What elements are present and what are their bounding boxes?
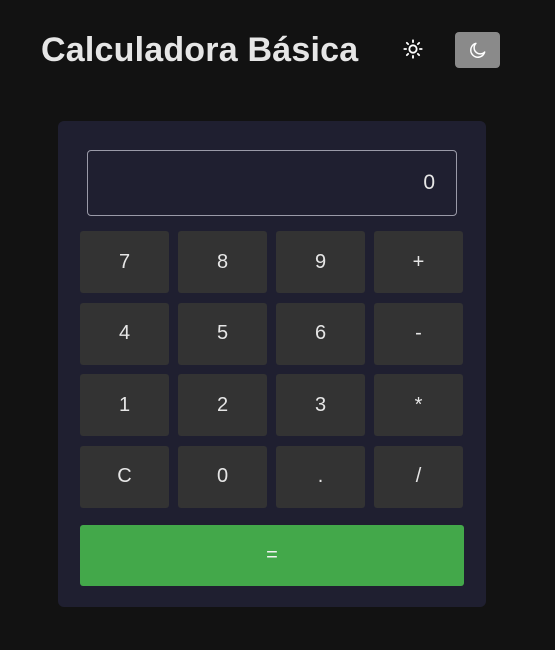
key-decimal[interactable]: . — [276, 445, 365, 508]
page: Calculadora Básica 7 8 9 + 4 5 6 — [0, 0, 555, 650]
moon-icon — [469, 42, 485, 58]
key-1[interactable]: 1 — [80, 374, 169, 436]
sun-icon[interactable] — [402, 38, 424, 60]
display-field[interactable] — [87, 150, 457, 216]
key-9[interactable]: 9 — [276, 231, 365, 293]
header: Calculadora Básica — [41, 26, 358, 74]
key-clear[interactable]: C — [80, 445, 169, 508]
key-multiply[interactable]: * — [374, 374, 463, 436]
key-4[interactable]: 4 — [80, 302, 169, 365]
key-5[interactable]: 5 — [178, 302, 267, 365]
calculator-panel: 7 8 9 + 4 5 6 - 1 2 3 * C 0 . / = — [58, 121, 486, 607]
key-2[interactable]: 2 — [178, 374, 267, 436]
key-7[interactable]: 7 — [80, 231, 169, 293]
key-8[interactable]: 8 — [178, 231, 267, 293]
key-0[interactable]: 0 — [178, 445, 267, 508]
key-add[interactable]: + — [374, 231, 463, 293]
keypad: 7 8 9 + 4 5 6 - 1 2 3 * C 0 . / — [80, 231, 464, 508]
key-divide[interactable]: / — [374, 445, 463, 508]
key-3[interactable]: 3 — [276, 374, 365, 436]
key-subtract[interactable]: - — [374, 302, 463, 365]
page-title: Calculadora Básica — [41, 30, 359, 69]
equals-button[interactable]: = — [80, 525, 464, 586]
key-6[interactable]: 6 — [276, 302, 365, 365]
dark-mode-toggle[interactable] — [455, 32, 500, 68]
